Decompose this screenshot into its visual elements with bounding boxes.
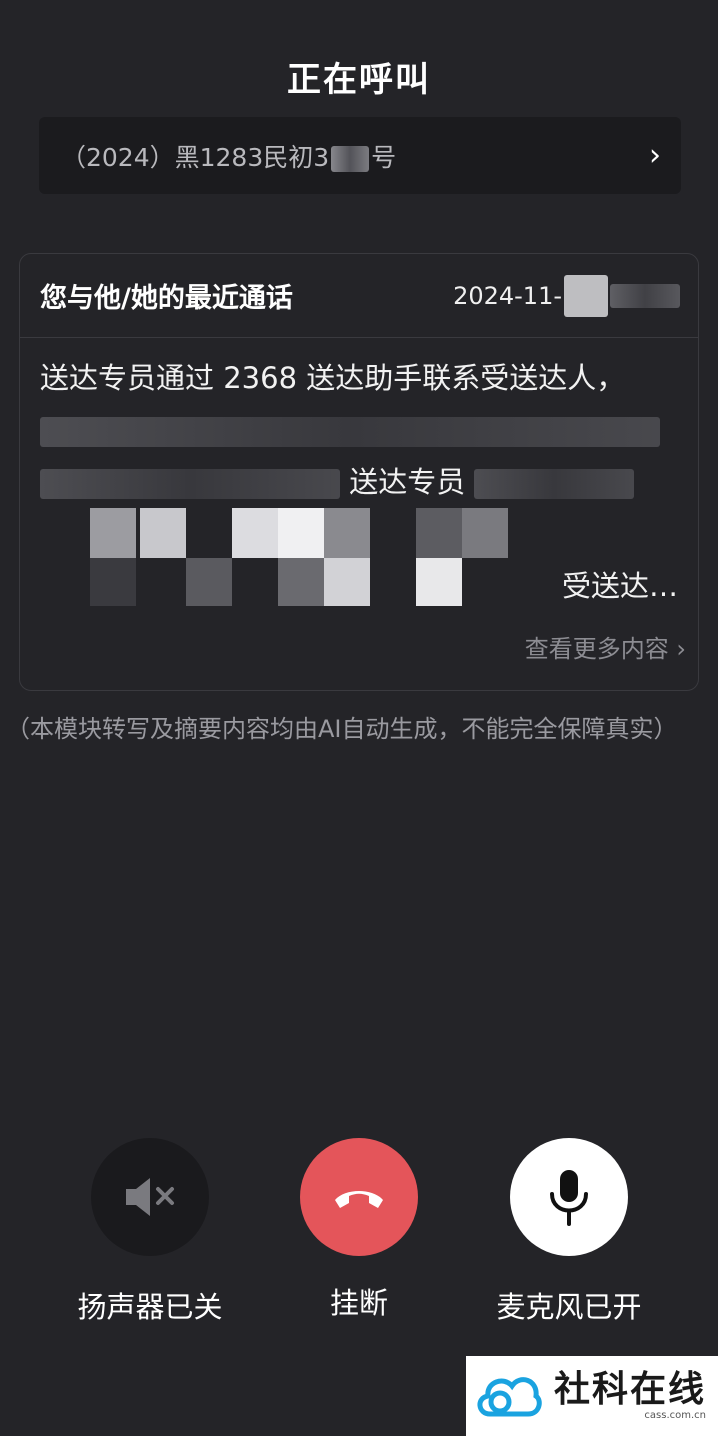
recent-call-heading: 您与他/她的最近通话 [40,283,293,314]
speaker-control[interactable]: 扬声器已关 [50,1138,250,1326]
watermark-domain: cass.com.cn [644,1410,707,1421]
speaker-button[interactable] [91,1138,209,1256]
chevron-right-icon: › [649,137,661,173]
watermark-logo: 社科在线 cass.com.cn [466,1356,718,1436]
call-status-title: 正在呼叫 [287,60,431,100]
hangup-control[interactable]: 挂断 [259,1138,459,1322]
speaker-label: 扬声器已关 [77,1290,223,1324]
case-number-text: （2024）黑1283民初3 号 [61,142,397,172]
summary-line-2-redacted [40,404,678,456]
recent-call-card: 您与他/她的最近通话 2024-11- 送达专员通过 2368 送达助手联系受送… [19,253,699,691]
ai-disclaimer: （本模块转写及摘要内容均由AI自动生成，不能完全保障真实） [6,715,678,743]
recent-call-summary: 送达专员通过 2368 送达助手联系受送达人， 送达专员 受送达… [20,338,698,606]
microphone-icon [550,1170,588,1226]
redaction-mosaic [20,508,540,618]
case-number-bar[interactable]: （2024）黑1283民初3 号 › [39,117,681,194]
summary-line-1: 送达专员通过 2368 送达助手联系受送达人， [40,361,626,395]
phone-hangup-icon [335,1191,383,1208]
call-controls: 扬声器已关 挂断 麦克风已开 [0,1138,718,1324]
summary-line-3: 送达专员 [40,456,678,508]
chevron-right-icon: › [676,635,686,663]
hangup-label: 挂断 [329,1286,388,1320]
hangup-button[interactable] [300,1138,418,1256]
view-more-link[interactable]: 查看更多内容 › [525,629,686,664]
speaker-muted-icon [126,1178,174,1216]
watermark-name: 社科在线 [554,1369,707,1410]
mic-label: 麦克风已开 [496,1290,642,1324]
mic-control[interactable]: 麦克风已开 [469,1138,669,1326]
recent-call-date: 2024-11- [453,274,680,317]
cloud-logo-icon [477,1377,542,1417]
mic-button[interactable] [510,1138,628,1256]
